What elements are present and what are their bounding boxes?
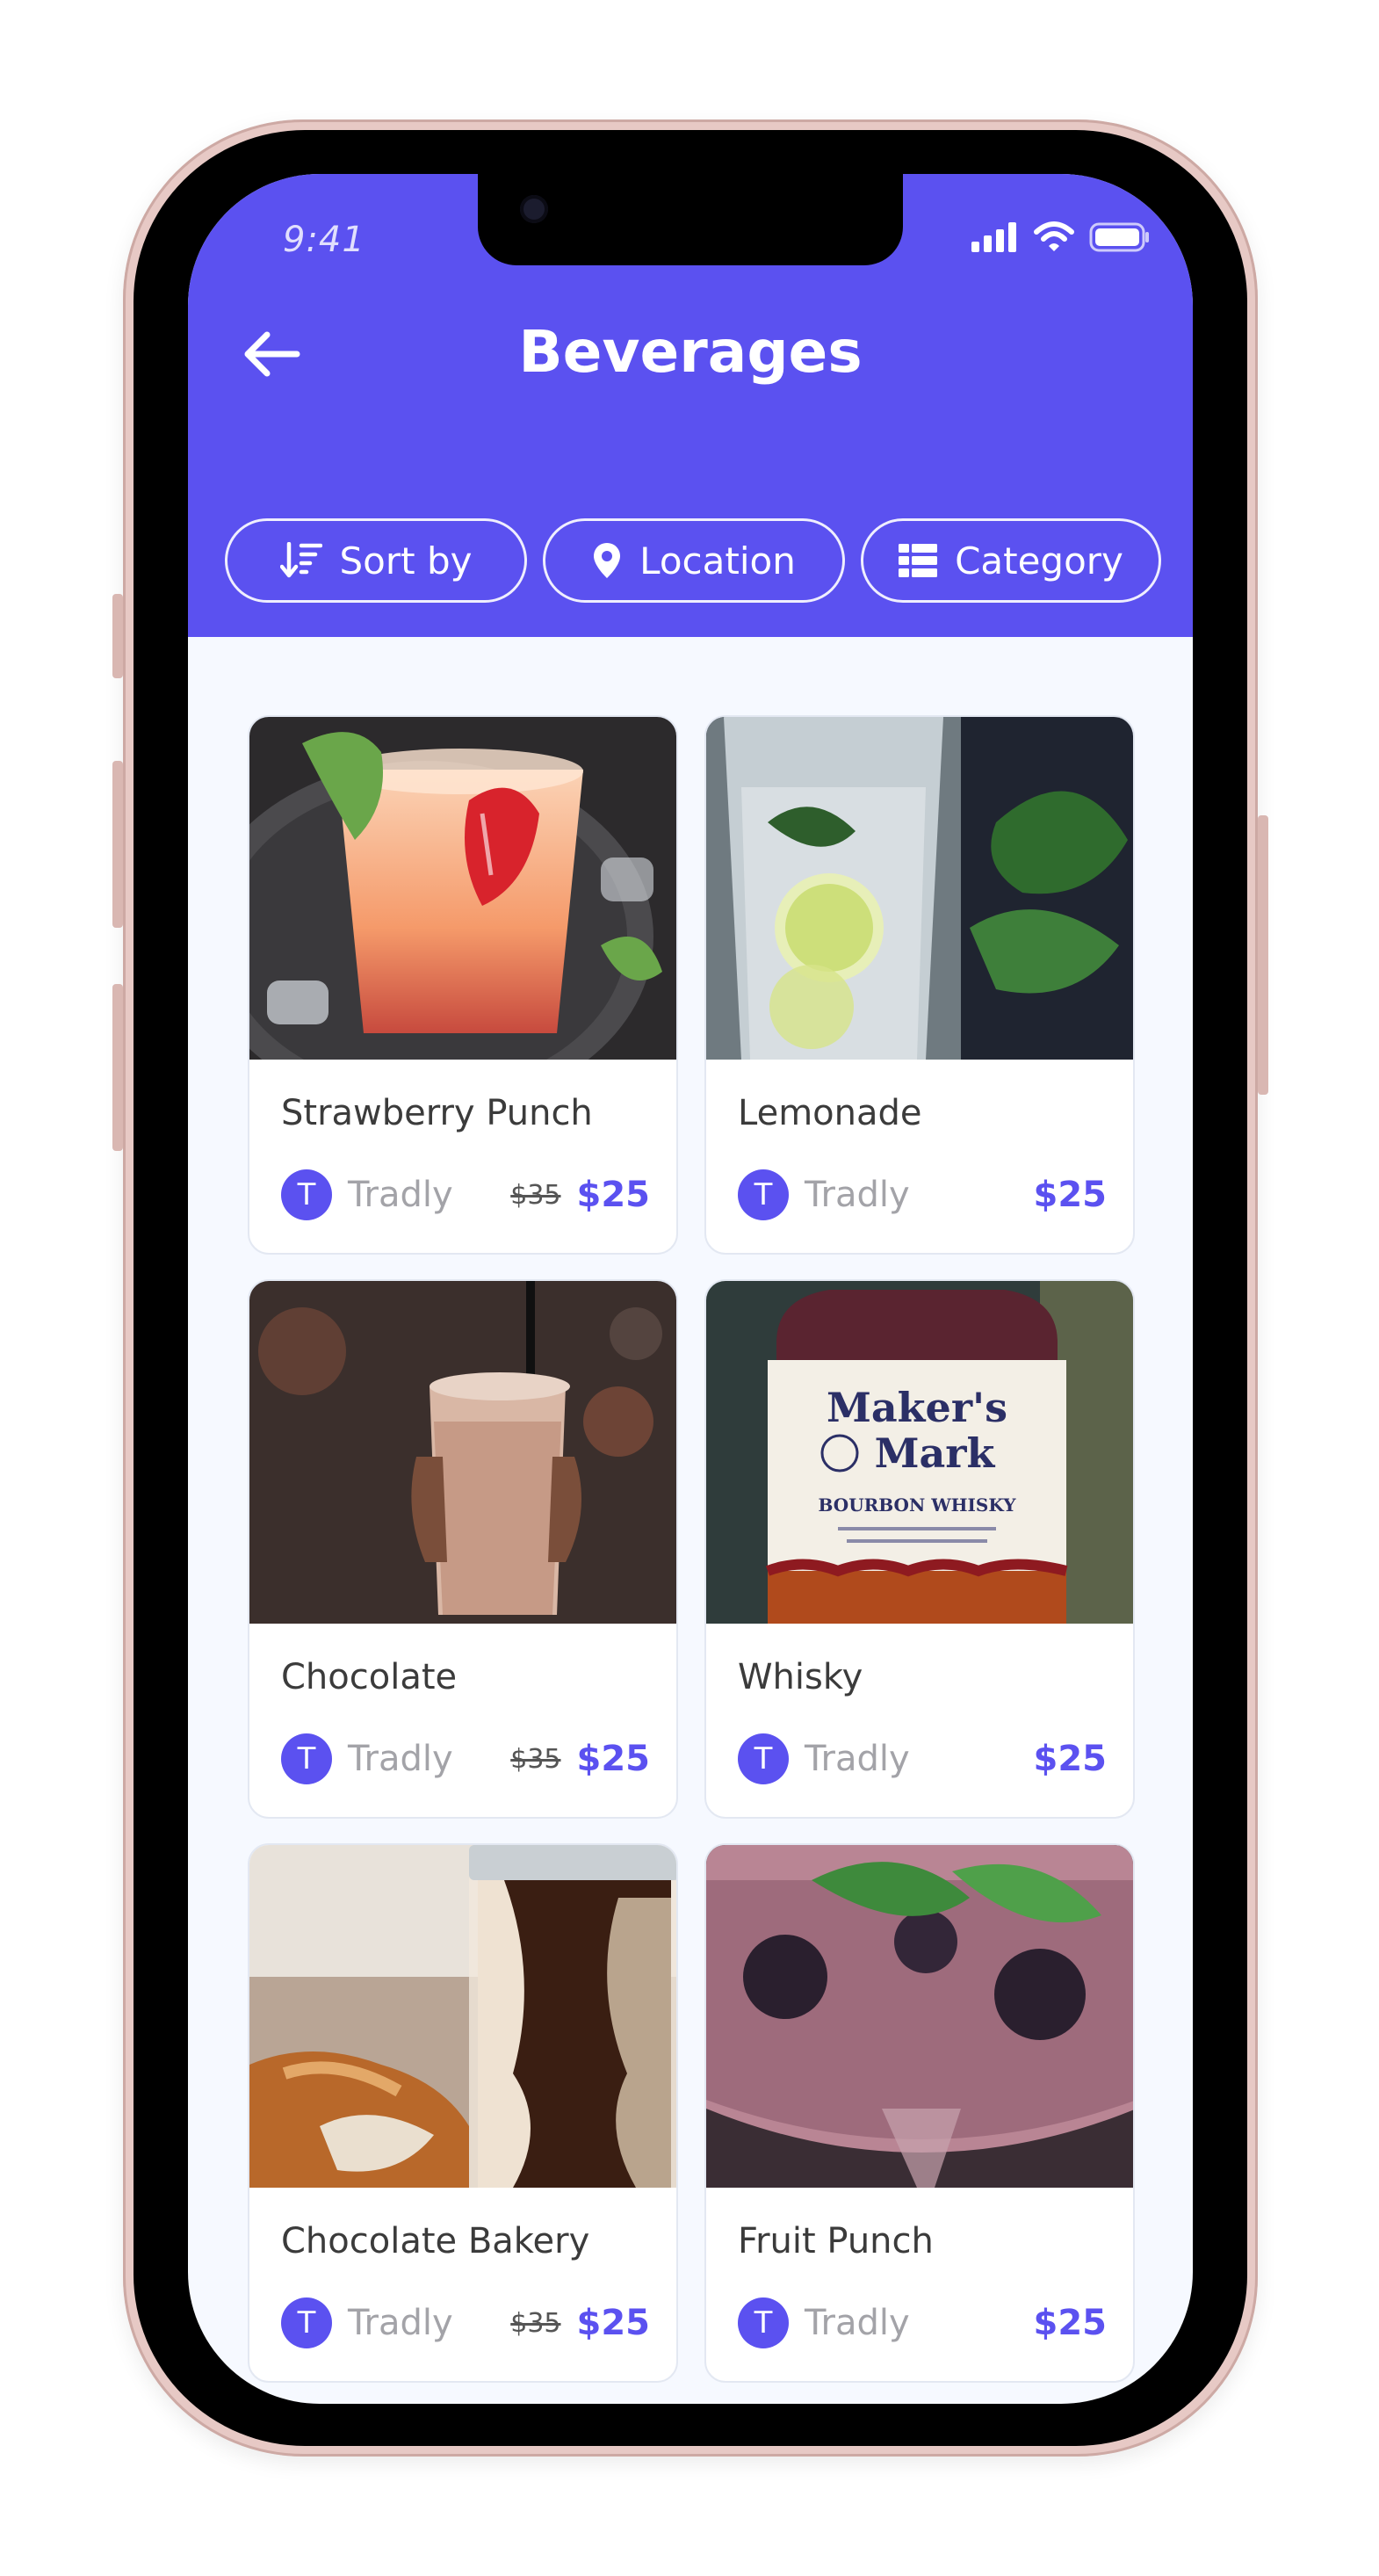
store-name: Tradly: [348, 1175, 453, 1215]
product-image: [249, 717, 676, 1060]
product-card-whisky[interactable]: Maker's Mark BOURBON WHISKY Whisky T Tra…: [704, 1279, 1135, 1819]
sort-icon: [279, 542, 322, 579]
product-name: Chocolate Bakery: [281, 2221, 590, 2261]
product-card-fruit-punch[interactable]: Fruit Punch T Tradly $25: [704, 1843, 1135, 2383]
category-label: Category: [955, 539, 1123, 582]
status-icons: [971, 221, 1151, 253]
store-avatar: T: [738, 2297, 789, 2348]
product-name: Fruit Punch: [738, 2221, 934, 2261]
store-avatar: T: [281, 1733, 332, 1784]
strawberry-punch-image: [249, 717, 676, 1060]
page-title: Beverages: [518, 318, 863, 386]
price: $25: [576, 1739, 651, 1779]
store-avatar: T: [738, 1733, 789, 1784]
store-name: Tradly: [805, 2303, 910, 2343]
product-card-chocolate[interactable]: Chocolate T Tradly $35 $25: [248, 1279, 678, 1819]
product-image: Maker's Mark BOURBON WHISKY: [706, 1281, 1133, 1624]
product-card-chocolate-bakery[interactable]: Chocolate Bakery T Tradly $35 $25: [248, 1843, 678, 2383]
bottle-brand-line2: Mark: [875, 1429, 996, 1477]
whisky-bottle-image: Maker's Mark BOURBON WHISKY: [706, 1281, 1133, 1624]
battery-icon: [1089, 222, 1149, 252]
product-name: Whisky: [738, 1657, 863, 1697]
product-name: Strawberry Punch: [281, 1093, 593, 1133]
lemonade-image: [706, 717, 1133, 1060]
old-price: $35: [510, 1743, 561, 1775]
power-button: [1258, 815, 1268, 1095]
product-card-lemonade[interactable]: Lemonade T Tradly $25: [704, 715, 1135, 1255]
product-footer: T Tradly $25: [738, 2297, 1107, 2349]
status-time: 9:41: [283, 220, 365, 260]
old-price: $35: [510, 1179, 561, 1211]
location-label: Location: [639, 539, 796, 582]
category-chip[interactable]: Category: [861, 518, 1161, 603]
mute-switch: [112, 594, 123, 678]
filter-bar: Sort by Location Category: [225, 518, 1161, 603]
product-footer: T Tradly $25: [738, 1169, 1107, 1221]
product-image: [706, 1845, 1133, 2188]
chocolate-drink-image: [249, 1281, 676, 1624]
product-card-strawberry-punch[interactable]: Strawberry Punch T Tradly $35 $25: [248, 715, 678, 1255]
product-footer: T Tradly $25: [738, 1733, 1107, 1785]
location-pin-icon: [592, 541, 622, 580]
store-name: Tradly: [805, 1739, 910, 1779]
store-avatar: T: [281, 1169, 332, 1220]
header: 9:41 Beverages Sort by Location Category: [188, 174, 1193, 637]
app-screen: 9:41 Beverages Sort by Location Category…: [188, 174, 1193, 2404]
volume-up-button: [112, 761, 123, 928]
store-name: Tradly: [348, 1739, 453, 1779]
price: $25: [576, 2303, 651, 2343]
old-price: $35: [510, 2307, 561, 2339]
volume-down-button: [112, 984, 123, 1151]
product-footer: T Tradly $35 $25: [281, 2297, 650, 2349]
fruit-punch-image: [706, 1845, 1133, 2188]
store-avatar: T: [281, 2297, 332, 2348]
category-list-icon: [899, 544, 938, 577]
sort-by-label: Sort by: [339, 539, 473, 582]
bottle-brand-line1: Maker's: [827, 1384, 1007, 1431]
product-image: [249, 1281, 676, 1624]
location-chip[interactable]: Location: [543, 518, 845, 603]
product-image: [249, 1845, 676, 2188]
store-name: Tradly: [805, 1175, 910, 1215]
product-footer: T Tradly $35 $25: [281, 1169, 650, 1221]
front-camera: [520, 195, 548, 223]
sort-by-chip[interactable]: Sort by: [225, 518, 527, 603]
product-footer: T Tradly $35 $25: [281, 1733, 650, 1785]
price: $25: [1033, 1175, 1108, 1215]
product-image: [706, 717, 1133, 1060]
price: $25: [1033, 2303, 1108, 2343]
store-avatar: T: [738, 1169, 789, 1220]
chocolate-bakery-image: [249, 1845, 676, 2188]
product-name: Chocolate: [281, 1657, 458, 1697]
price: $25: [576, 1175, 651, 1215]
cellular-signal-icon: [971, 222, 1016, 252]
bottle-subtitle: BOURBON WHISKY: [819, 1494, 1017, 1516]
price: $25: [1033, 1739, 1108, 1779]
product-name: Lemonade: [738, 1093, 922, 1133]
notch: [478, 174, 903, 265]
wifi-icon: [1034, 221, 1074, 251]
store-name: Tradly: [348, 2303, 453, 2343]
